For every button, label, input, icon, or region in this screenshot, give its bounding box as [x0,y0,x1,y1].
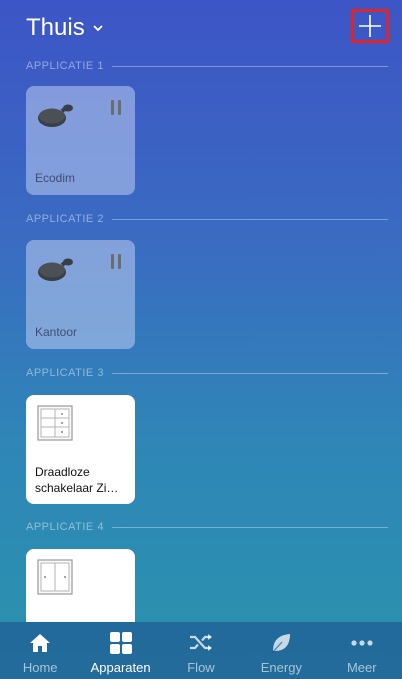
section-header: APPLICATIE 4 [26,520,388,534]
section-label: APPLICATIE 2 [26,213,104,225]
section-header: APPLICATIE 1 [26,59,388,73]
home-icon [30,634,51,652]
device-name: Kantoor [35,325,78,339]
device-card-switch[interactable] [26,549,135,622]
divider [111,65,388,67]
device-card-ecodim[interactable]: Ecodim [26,86,135,195]
page-title: Thuis [26,14,85,41]
home-selector[interactable]: Thuis [26,14,103,42]
wall-switch-icon [37,405,73,441]
section-label: APPLICATIE 1 [26,60,104,72]
chevron-down-icon [93,25,103,32]
device-card-wireless-switch[interactable]: Draadloze schakelaar Zi… [26,395,135,504]
nav-item-flow[interactable]: Flow [165,622,237,679]
dimmer-device-icon [38,104,73,127]
section-label: APPLICATIE 3 [26,367,104,379]
plus-icon [359,15,381,37]
device-name: Ecodim [35,171,76,185]
nav-label: Home [22,660,58,675]
more-dots-icon [351,640,373,646]
bottom-navigation: Home Apparaten Flow Energy Meer [0,622,402,679]
pause-icon [111,254,122,269]
app-header: Thuis [0,0,402,56]
nav-label: Energy [260,660,302,675]
divider [111,526,388,528]
leaf-icon [271,634,291,654]
pause-icon [111,100,122,115]
device-card-kantoor[interactable]: Kantoor [26,240,135,349]
section-header: APPLICATIE 3 [26,366,388,380]
nav-item-apparaten[interactable]: Apparaten [85,622,157,679]
add-device-button[interactable] [351,9,389,43]
divider [111,218,388,220]
nav-label: Apparaten [90,660,151,675]
device-name: Draadloze schakelaar Zi… [35,465,119,495]
nav-label: Flow [187,660,215,675]
grid-icon [109,632,132,654]
divider [111,372,388,374]
nav-item-energy[interactable]: Energy [245,622,317,679]
dimmer-device-icon [38,258,73,281]
shuffle-icon [189,634,212,651]
nav-label: Meer [346,660,377,675]
section-header: APPLICATIE 2 [26,212,388,226]
wall-switch-icon [37,559,73,595]
nav-item-meer[interactable]: Meer [326,622,398,679]
section-label: APPLICATIE 4 [26,521,104,533]
nav-item-home[interactable]: Home [4,622,76,679]
